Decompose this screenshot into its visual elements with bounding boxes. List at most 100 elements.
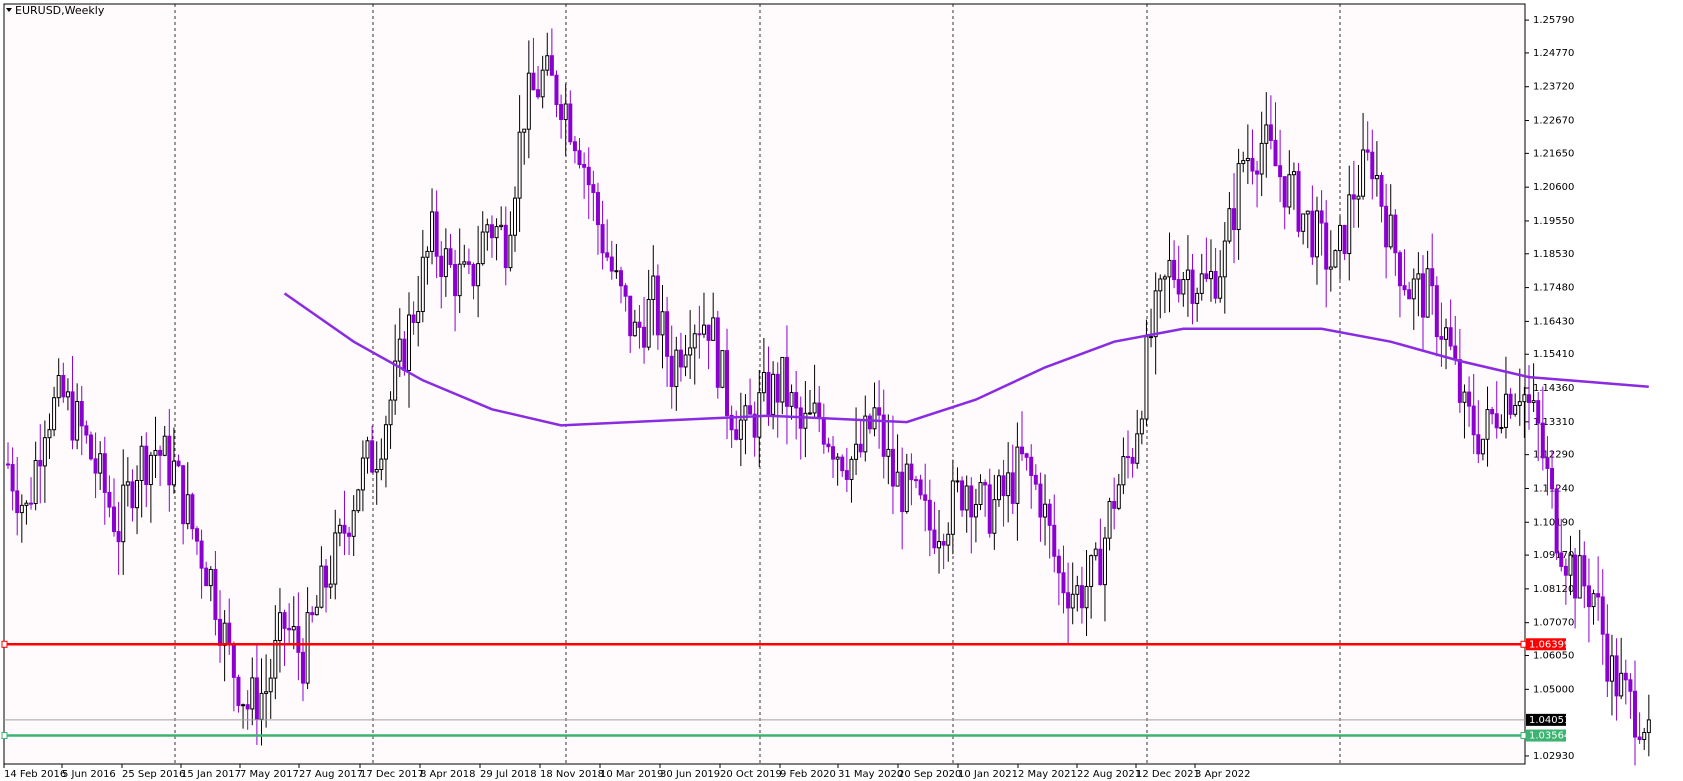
candle-body[interactable] [978, 482, 983, 505]
candle-body[interactable] [1144, 336, 1149, 420]
candle-body[interactable] [1135, 433, 1140, 464]
candle-body[interactable] [1255, 170, 1260, 175]
candle-body[interactable] [1116, 484, 1121, 509]
candle-body[interactable] [614, 270, 619, 273]
candle-body[interactable] [1301, 213, 1306, 232]
candle-body[interactable] [1402, 285, 1407, 291]
candle-body[interactable] [333, 532, 338, 585]
candle-body[interactable] [1324, 222, 1329, 270]
candle-body[interactable] [913, 479, 918, 482]
candle-body[interactable] [1508, 393, 1513, 415]
candle-body[interactable] [900, 471, 905, 513]
candle-body[interactable] [715, 317, 720, 388]
candle-body[interactable] [1416, 273, 1421, 280]
candle-body[interactable] [1333, 250, 1338, 268]
candle-body[interactable] [1278, 165, 1283, 178]
candle-body[interactable] [457, 263, 462, 297]
candle-body[interactable] [79, 400, 84, 427]
candle-body[interactable] [692, 333, 697, 349]
candle-body[interactable] [1439, 336, 1444, 340]
candle-body[interactable] [987, 484, 992, 534]
candle-body[interactable] [434, 211, 439, 257]
candle-body[interactable] [651, 275, 656, 300]
candle-body[interactable] [1162, 276, 1167, 280]
candle-body[interactable] [277, 612, 282, 641]
candle-body[interactable] [1388, 214, 1393, 248]
candle-body[interactable] [499, 224, 504, 228]
candle-body[interactable] [494, 226, 499, 239]
candle-body[interactable] [577, 150, 582, 166]
candle-body[interactable] [932, 529, 937, 549]
candle-body[interactable] [655, 275, 660, 336]
candle-body[interactable] [1310, 210, 1315, 258]
candle-body[interactable] [973, 503, 978, 518]
candle-body[interactable] [1010, 472, 1015, 504]
candle-body[interactable] [1582, 555, 1587, 587]
candle-body[interactable] [1264, 124, 1269, 144]
candle-body[interactable] [314, 606, 319, 616]
candle-body[interactable] [1397, 252, 1402, 287]
candle-body[interactable] [1319, 210, 1324, 224]
candle-body[interactable] [513, 197, 517, 236]
candle-body[interactable] [222, 622, 227, 646]
candle-body[interactable] [1291, 171, 1296, 176]
candle-body[interactable] [388, 399, 393, 426]
candle-body[interactable] [1056, 555, 1061, 574]
candle-body[interactable] [683, 354, 688, 368]
candle-body[interactable] [803, 412, 808, 429]
low-line-handle[interactable] [1520, 732, 1527, 740]
candle-body[interactable] [84, 425, 89, 436]
candle-body[interactable] [19, 504, 24, 514]
candle-body[interactable] [1093, 548, 1098, 557]
candle-body[interactable] [600, 224, 605, 254]
candle-body[interactable] [38, 459, 43, 467]
candle-body[interactable] [927, 499, 932, 531]
candle-body[interactable] [503, 224, 508, 269]
candle-body[interactable] [1411, 278, 1416, 300]
candle-body[interactable] [711, 317, 716, 341]
candle-body[interactable] [522, 128, 527, 133]
candle-body[interactable] [1075, 585, 1080, 595]
candle-body[interactable] [1314, 210, 1319, 258]
candle-body[interactable] [775, 373, 780, 403]
candle-body[interactable] [1204, 273, 1209, 280]
candle-body[interactable] [854, 443, 859, 460]
candle-body[interactable] [1384, 205, 1389, 248]
candle-body[interactable] [642, 326, 647, 348]
candle-body[interactable] [1328, 266, 1333, 270]
candle-body[interactable] [1084, 585, 1089, 609]
candle-body[interactable] [245, 704, 250, 710]
candle-body[interactable] [771, 373, 776, 415]
candle-body[interactable] [725, 350, 730, 416]
candle-body[interactable] [162, 435, 167, 456]
candle-body[interactable] [591, 184, 596, 193]
candle-body[interactable] [1029, 456, 1034, 476]
candle-body[interactable] [734, 429, 739, 440]
candle-body[interactable] [1061, 572, 1066, 594]
candle-body[interactable] [1185, 269, 1190, 281]
candle-body[interactable] [669, 355, 674, 388]
candle-body[interactable] [923, 494, 928, 501]
candle-body[interactable] [674, 349, 679, 388]
candle-body[interactable] [1531, 400, 1536, 403]
candle-body[interactable] [121, 484, 126, 543]
candle-body[interactable] [24, 502, 29, 506]
candle-body[interactable] [33, 459, 38, 504]
candle-body[interactable] [102, 453, 107, 493]
candle-body[interactable] [960, 480, 965, 511]
candle-body[interactable] [185, 494, 190, 525]
candle-body[interactable] [946, 533, 951, 546]
candle-body[interactable] [1517, 401, 1522, 407]
candle-body[interactable] [1038, 483, 1043, 518]
candle-body[interactable] [1356, 195, 1361, 200]
candle-body[interactable] [61, 374, 66, 398]
candle-body[interactable] [310, 612, 315, 616]
candle-body[interactable] [462, 261, 467, 265]
candle-body[interactable] [1536, 400, 1541, 424]
candle-body[interactable] [826, 443, 831, 448]
candle-body[interactable] [1605, 633, 1610, 682]
candle-body[interactable] [1070, 593, 1075, 609]
candle-body[interactable] [1250, 157, 1255, 172]
candle-body[interactable] [194, 528, 199, 542]
candle-body[interactable] [697, 333, 702, 336]
